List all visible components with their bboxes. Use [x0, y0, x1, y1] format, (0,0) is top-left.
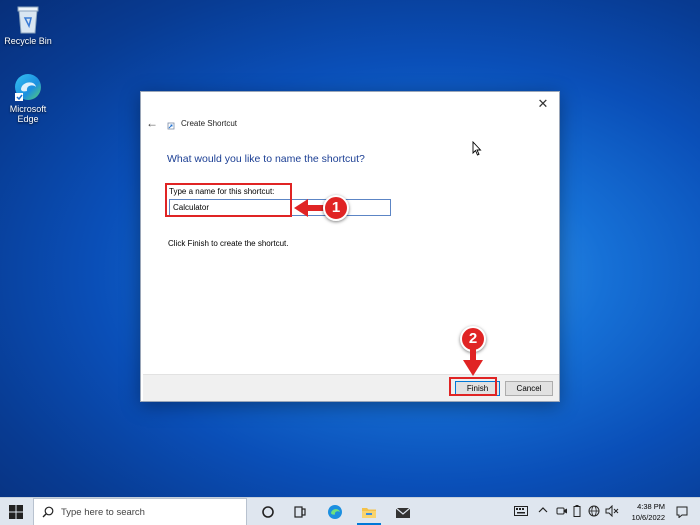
cortana-icon[interactable] [259, 503, 277, 521]
cancel-button[interactable]: Cancel [505, 381, 553, 396]
annotation-arrow-down [463, 360, 483, 376]
create-shortcut-dialog: ✕ ← Create Shortcut What would you like … [140, 91, 560, 402]
back-button[interactable]: ← [146, 116, 160, 130]
file-explorer-icon[interactable] [360, 503, 378, 521]
recycle-bin-icon [17, 6, 39, 34]
meet-now-icon[interactable] [556, 505, 568, 517]
highlight-box-finish-button [449, 377, 497, 396]
mail-icon[interactable] [394, 503, 412, 521]
close-button[interactable]: ✕ [531, 94, 555, 114]
task-view-icon[interactable] [291, 503, 309, 521]
taskbar-search-box[interactable]: Type here to search [33, 498, 247, 525]
network-globe-icon[interactable] [588, 505, 600, 517]
dialog-heading: What would you like to name the shortcut… [167, 153, 365, 165]
desktop-icon-label: Microsoft Edge [9, 104, 47, 124]
mouse-cursor-icon [472, 141, 482, 156]
edge-icon [15, 74, 41, 101]
search-placeholder: Type here to search [61, 507, 145, 518]
shortcut-icon [167, 122, 175, 130]
notification-center-icon[interactable] [676, 506, 688, 518]
clock-date: 10/6/2022 [631, 513, 665, 522]
speaker-muted-icon[interactable] [605, 505, 619, 517]
step-badge-1: 1 [323, 195, 349, 221]
finish-hint-text: Click Finish to create the shortcut. [168, 239, 289, 248]
clock-time: 4:38 PM [637, 502, 665, 511]
taskbar: Type here to search 4:38 PM 10/6/2022 [0, 497, 700, 525]
highlight-box-name-field [165, 183, 292, 217]
desktop-icon-label: Recycle Bin [4, 36, 52, 46]
edge-taskbar-icon[interactable] [326, 503, 344, 521]
system-clock[interactable]: 4:38 PM 10/6/2022 [632, 501, 665, 523]
chevron-up-icon[interactable] [538, 505, 548, 515]
search-icon [42, 506, 54, 518]
battery-icon[interactable] [573, 505, 581, 517]
desktop-icon-recycle-bin[interactable]: Recycle Bin [0, 4, 56, 46]
keyboard-icon[interactable] [514, 506, 528, 516]
annotation-arrow-stem [306, 205, 324, 211]
desktop-icon-microsoft-edge[interactable]: Microsoft Edge [0, 72, 56, 124]
dialog-title: Create Shortcut [181, 119, 238, 128]
windows-start-icon[interactable] [8, 504, 24, 520]
